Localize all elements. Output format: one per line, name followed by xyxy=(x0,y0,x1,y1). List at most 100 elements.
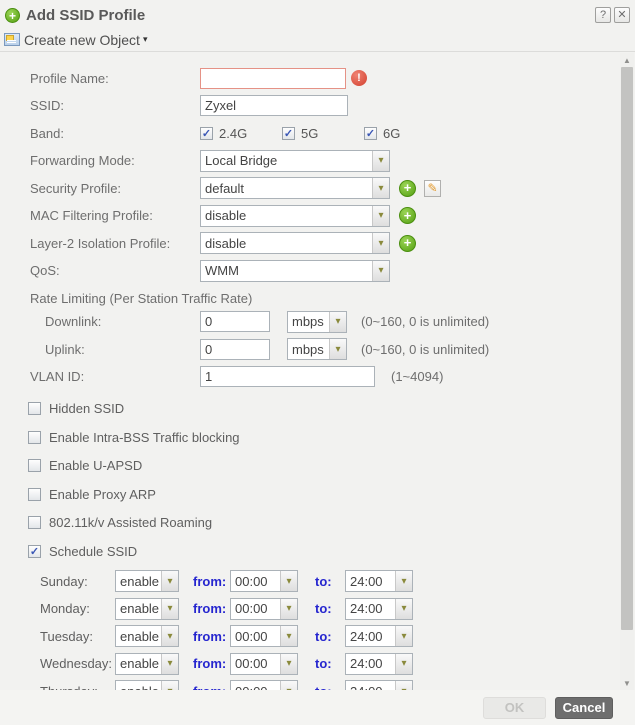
schedule-ssid-checkbox[interactable]: ✓ Schedule SSID xyxy=(28,541,618,561)
forwarding-mode-select[interactable]: Local Bridge ▾ xyxy=(200,150,390,172)
tuesday-to-select[interactable]: 24:00 ▾ xyxy=(345,625,413,647)
band-checkbox-2-4g[interactable]: ✓ 2.4G xyxy=(200,126,282,141)
add-security-profile-button[interactable]: + xyxy=(399,180,416,197)
chevron-down-icon: ▾ xyxy=(161,599,178,619)
select-value: 00:00 xyxy=(231,574,272,589)
uplink-input[interactable] xyxy=(200,339,270,360)
add-layer2-isolation-profile-button[interactable]: + xyxy=(399,235,416,252)
band-label: Band: xyxy=(30,126,200,141)
band-row: Band: ✓ 2.4G ✓ 5G ✓ 6G xyxy=(30,122,618,144)
chevron-down-icon: ▾ xyxy=(395,681,412,690)
add-circle-icon: + xyxy=(5,8,20,23)
checkbox-icon: ✓ xyxy=(28,488,41,501)
band-checkbox-6g[interactable]: ✓ 6G xyxy=(364,126,446,141)
monday-to-select[interactable]: 24:00 ▾ xyxy=(345,598,413,620)
ssid-input[interactable] xyxy=(200,95,348,116)
monday-from-select[interactable]: 00:00 ▾ xyxy=(230,598,298,620)
checkbox-label: Enable Intra-BSS Traffic blocking xyxy=(49,430,240,445)
add-mac-filtering-profile-button[interactable]: + xyxy=(399,207,416,224)
uplink-hint: (0~160, 0 is unlimited) xyxy=(361,342,489,357)
downlink-input[interactable] xyxy=(200,311,270,332)
to-label: to: xyxy=(315,656,337,671)
checkbox-icon: ✓ xyxy=(282,127,295,140)
layer2-isolation-profile-select[interactable]: disable ▾ xyxy=(200,232,390,254)
band-option-label: 5G xyxy=(301,126,318,141)
band-checkbox-5g[interactable]: ✓ 5G xyxy=(282,126,364,141)
monday-mode-select[interactable]: enable ▾ xyxy=(115,598,179,620)
tuesday-mode-select[interactable]: enable ▾ xyxy=(115,625,179,647)
sunday-from-select[interactable]: 00:00 ▾ xyxy=(230,570,298,592)
proxy-arp-checkbox[interactable]: ✓ Enable Proxy ARP xyxy=(28,484,618,504)
dialog-footer: OK Cancel xyxy=(0,690,635,725)
scroll-up-icon[interactable]: ▲ xyxy=(620,55,634,67)
tuesday-from-select[interactable]: 00:00 ▾ xyxy=(230,625,298,647)
vlan-id-hint: (1~4094) xyxy=(391,369,443,384)
ok-button[interactable]: OK xyxy=(483,697,546,719)
sunday-to-select[interactable]: 24:00 ▾ xyxy=(345,570,413,592)
band-option-label: 6G xyxy=(383,126,400,141)
mac-filtering-profile-select[interactable]: disable ▾ xyxy=(200,205,390,227)
chevron-down-icon: ▾ xyxy=(161,571,178,591)
checkbox-icon: ✓ xyxy=(28,459,41,472)
qos-select[interactable]: WMM ▾ xyxy=(200,260,390,282)
forwarding-mode-label: Forwarding Mode: xyxy=(30,153,200,168)
create-object-icon xyxy=(4,33,20,46)
intra-bss-blocking-checkbox[interactable]: ✓ Enable Intra-BSS Traffic blocking xyxy=(28,427,618,447)
scrollbar-thumb[interactable] xyxy=(621,67,633,630)
wednesday-to-select[interactable]: 24:00 ▾ xyxy=(345,653,413,675)
help-button[interactable]: ? xyxy=(595,7,611,23)
to-label: to: xyxy=(315,574,337,589)
thursday-mode-select[interactable]: enable ▾ xyxy=(115,680,179,690)
select-value: disable xyxy=(201,236,250,251)
vertical-scrollbar[interactable]: ▲ ▼ xyxy=(620,53,634,690)
vlan-id-input[interactable] xyxy=(200,366,375,387)
select-value: enable xyxy=(116,629,161,644)
u-apsd-checkbox[interactable]: ✓ Enable U-APSD xyxy=(28,456,618,476)
to-label: to: xyxy=(315,601,337,616)
downlink-hint: (0~160, 0 is unlimited) xyxy=(361,314,489,329)
select-value: Local Bridge xyxy=(201,153,281,168)
uplink-unit-select[interactable]: mbps ▾ xyxy=(287,338,347,360)
profile-name-input[interactable] xyxy=(200,68,346,89)
thursday-from-select[interactable]: 00:00 ▾ xyxy=(230,680,298,690)
create-new-object-button[interactable]: Create new Object ▾ xyxy=(24,32,147,48)
rate-limiting-section-label: Rate Limiting (Per Station Traffic Rate) xyxy=(30,290,618,308)
select-value: enable xyxy=(116,656,161,671)
wednesday-from-select[interactable]: 00:00 ▾ xyxy=(230,653,298,675)
downlink-unit-select[interactable]: mbps ▾ xyxy=(287,311,347,333)
day-label: Sunday: xyxy=(40,574,115,589)
day-label: Tuesday: xyxy=(40,629,115,644)
checkbox-icon: ✓ xyxy=(28,516,41,529)
security-profile-select[interactable]: default ▾ xyxy=(200,177,390,199)
thursday-to-select[interactable]: 24:00 ▾ xyxy=(345,680,413,690)
checkbox-label: Enable U-APSD xyxy=(49,458,142,473)
schedule-row-thursday: Thursday: enable ▾ from: 00:00 ▾ to: 24:… xyxy=(30,680,618,690)
cancel-button[interactable]: Cancel xyxy=(555,697,613,719)
select-value: default xyxy=(201,181,248,196)
close-button[interactable]: ✕ xyxy=(614,7,630,23)
chevron-down-icon: ▾ xyxy=(395,599,412,619)
dialog-toolbar: Create new Object ▾ xyxy=(0,28,635,52)
select-value: mbps xyxy=(288,342,328,357)
wednesday-mode-select[interactable]: enable ▾ xyxy=(115,653,179,675)
assisted-roaming-checkbox[interactable]: ✓ 802.11k/v Assisted Roaming xyxy=(28,513,618,533)
from-label: from: xyxy=(193,601,230,616)
profile-name-label: Profile Name: xyxy=(30,71,200,86)
chevron-down-icon: ▾ xyxy=(372,178,389,198)
select-value: 00:00 xyxy=(231,601,272,616)
chevron-down-icon: ▾ xyxy=(395,571,412,591)
layer2-isolation-profile-row: Layer-2 Isolation Profile: disable ▾ + xyxy=(30,232,618,254)
edit-security-profile-button[interactable]: ✎ xyxy=(424,180,441,197)
from-label: from: xyxy=(193,656,230,671)
uplink-label: Uplink: xyxy=(45,342,200,357)
chevron-down-icon: ▾ xyxy=(280,654,297,674)
select-value: enable xyxy=(116,574,161,589)
sunday-mode-select[interactable]: enable ▾ xyxy=(115,570,179,592)
downlink-row: Downlink: mbps ▾ (0~160, 0 is unlimited) xyxy=(30,311,618,333)
hidden-ssid-checkbox[interactable]: ✓ Hidden SSID xyxy=(28,399,618,419)
security-profile-label: Security Profile: xyxy=(30,181,200,196)
scroll-down-icon[interactable]: ▼ xyxy=(620,678,634,690)
checkbox-icon: ✓ xyxy=(200,127,213,140)
select-value: enable xyxy=(116,601,161,616)
chevron-down-icon: ▾ xyxy=(395,626,412,646)
